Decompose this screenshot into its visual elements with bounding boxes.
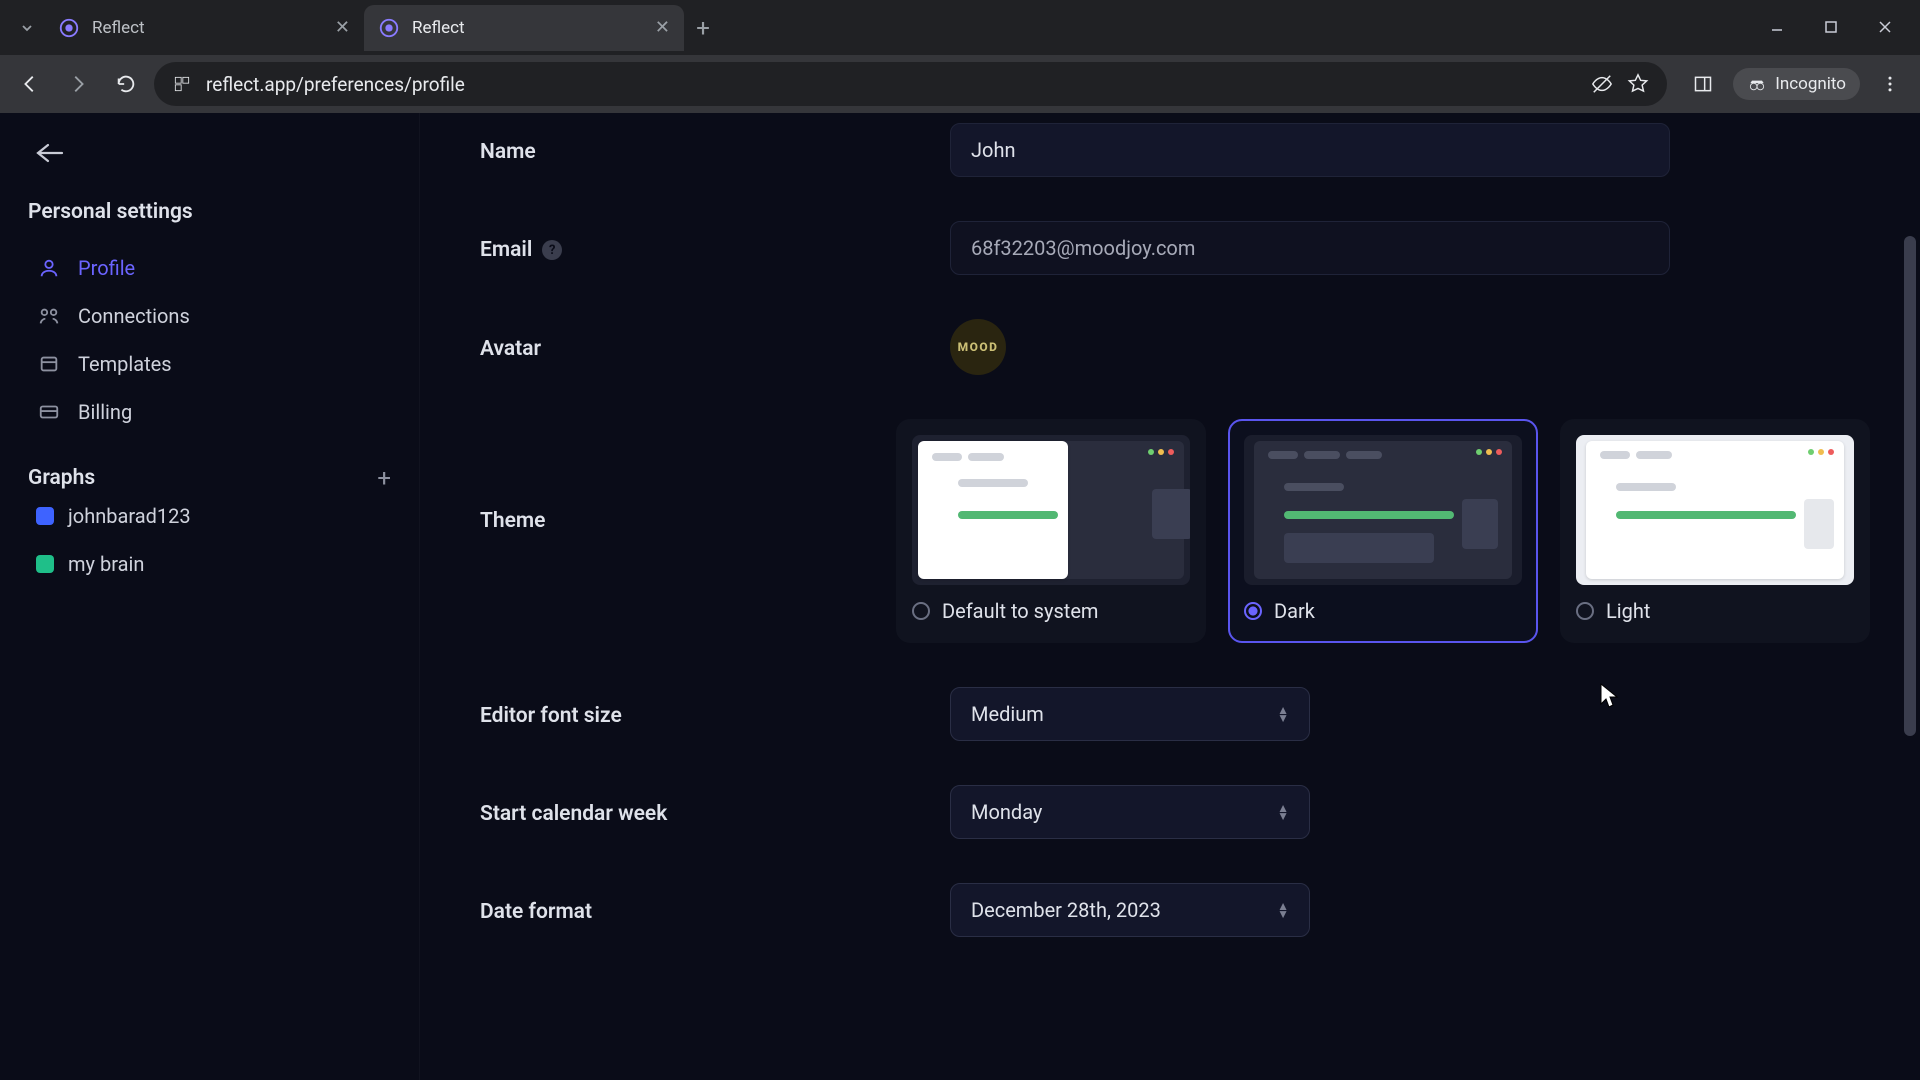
row-fontsize: Editor font size Medium ▲▼ <box>480 687 1870 741</box>
select-value: Medium <box>971 702 1044 726</box>
row-name: Name John <box>480 123 1870 177</box>
chevron-updown-icon: ▲▼ <box>1277 805 1289 819</box>
sidebar: Personal settings Profile Connections Te… <box>0 113 420 1080</box>
sidebar-item-label: Profile <box>78 256 135 280</box>
new-tab-button[interactable]: + <box>684 14 722 42</box>
sidebar-item-billing[interactable]: Billing <box>28 388 391 436</box>
close-icon[interactable] <box>1870 17 1900 39</box>
minimize-icon[interactable] <box>1762 17 1792 39</box>
theme-option-system[interactable]: Default to system <box>896 419 1206 643</box>
theme-option-light[interactable]: Light <box>1560 419 1870 643</box>
fontsize-select[interactable]: Medium ▲▼ <box>950 687 1310 741</box>
radio-icon <box>912 602 930 620</box>
sidebar-item-label: Connections <box>78 304 190 328</box>
sidebar-section-personal: Personal settings <box>28 200 391 224</box>
row-weekstart: Start calendar week Monday ▲▼ <box>480 785 1870 839</box>
weekstart-select[interactable]: Monday ▲▼ <box>950 785 1310 839</box>
theme-option-label: Default to system <box>942 599 1098 623</box>
window-controls <box>1762 17 1920 39</box>
theme-option-label: Light <box>1606 599 1650 623</box>
theme-label: Theme <box>480 419 896 533</box>
graph-label: my brain <box>68 552 144 576</box>
row-avatar: Avatar MOOD <box>480 319 1870 375</box>
radio-icon <box>1576 602 1594 620</box>
site-settings-icon[interactable] <box>172 74 192 94</box>
browser-tab[interactable]: Reflect ✕ <box>44 5 364 51</box>
url-text: reflect.app/preferences/profile <box>206 73 1577 96</box>
select-value: December 28th, 2023 <box>971 898 1161 922</box>
browser-tab[interactable]: Reflect ✕ <box>364 5 684 51</box>
billing-icon <box>36 401 62 423</box>
name-label: Name <box>480 136 950 164</box>
reload-button[interactable] <box>106 64 146 104</box>
back-button[interactable] <box>10 64 50 104</box>
incognito-indicator[interactable]: Incognito <box>1733 68 1860 100</box>
browser-chrome: Reflect ✕ Reflect ✕ + reflect.app/prefer… <box>0 0 1920 113</box>
row-email: Email ? 68f32203@moodjoy.com <box>480 221 1870 275</box>
tab-search-dropdown[interactable] <box>10 11 44 45</box>
row-dateformat: Date format December 28th, 2023 ▲▼ <box>480 883 1870 937</box>
incognito-eye-icon[interactable] <box>1591 73 1613 95</box>
sidebar-item-label: Templates <box>78 352 172 376</box>
avatar-text: MOOD <box>958 340 999 354</box>
graph-item[interactable]: johnbarad123 <box>28 492 391 540</box>
browser-menu-icon[interactable] <box>1870 64 1910 104</box>
chevron-updown-icon: ▲▼ <box>1277 707 1289 721</box>
avatar-label: Avatar <box>480 333 950 361</box>
sidebar-item-label: Billing <box>78 400 132 424</box>
reflect-favicon-icon <box>378 17 400 39</box>
tab-close-icon[interactable]: ✕ <box>655 17 670 38</box>
forward-button[interactable] <box>58 64 98 104</box>
tab-close-icon[interactable]: ✕ <box>335 17 350 38</box>
radio-icon <box>1244 602 1262 620</box>
side-panel-icon[interactable] <box>1683 64 1723 104</box>
weekstart-label: Start calendar week <box>480 798 950 826</box>
graph-color-swatch <box>36 555 54 573</box>
avatar-image[interactable]: MOOD <box>950 319 1006 375</box>
theme-options: Default to system <box>896 419 1870 643</box>
sidebar-item-connections[interactable]: Connections <box>28 292 391 340</box>
email-label: Email <box>480 238 532 262</box>
back-arrow-button[interactable] <box>34 141 391 170</box>
bookmark-star-icon[interactable] <box>1627 73 1649 95</box>
scrollbar[interactable] <box>1902 116 1918 1078</box>
add-graph-button[interactable]: + <box>377 464 391 492</box>
theme-option-dark[interactable]: Dark <box>1228 419 1538 643</box>
fontsize-label: Editor font size <box>480 700 950 728</box>
email-input[interactable]: 68f32203@moodjoy.com <box>950 221 1670 275</box>
address-bar[interactable]: reflect.app/preferences/profile <box>154 62 1667 106</box>
help-icon[interactable]: ? <box>542 240 562 260</box>
graph-item[interactable]: my brain <box>28 540 391 588</box>
connections-icon <box>36 305 62 327</box>
templates-icon <box>36 353 62 375</box>
content-area: Name John Email ? 68f32203@moodjoy.com A… <box>420 113 1920 1080</box>
tab-strip: Reflect ✕ Reflect ✕ + <box>0 0 1920 55</box>
select-value: Monday <box>971 800 1042 824</box>
maximize-icon[interactable] <box>1816 17 1846 39</box>
graph-label: johnbarad123 <box>68 504 191 528</box>
sidebar-item-templates[interactable]: Templates <box>28 340 391 388</box>
app-root: Personal settings Profile Connections Te… <box>0 113 1920 1080</box>
graph-color-swatch <box>36 507 54 525</box>
tab-title: Reflect <box>412 18 643 38</box>
name-input[interactable]: John <box>950 123 1670 177</box>
reflect-favicon-icon <box>58 17 80 39</box>
sidebar-item-profile[interactable]: Profile <box>28 244 391 292</box>
dateformat-label: Date format <box>480 896 950 924</box>
theme-option-label: Dark <box>1274 599 1315 623</box>
user-icon <box>36 257 62 279</box>
sidebar-section-graphs: Graphs <box>28 466 95 490</box>
browser-toolbar: reflect.app/preferences/profile Incognit… <box>0 55 1920 113</box>
tab-title: Reflect <box>92 18 323 38</box>
incognito-label: Incognito <box>1775 74 1846 94</box>
scrollbar-thumb[interactable] <box>1904 236 1916 736</box>
chevron-updown-icon: ▲▼ <box>1277 903 1289 917</box>
incognito-icon <box>1747 74 1767 94</box>
dateformat-select[interactable]: December 28th, 2023 ▲▼ <box>950 883 1310 937</box>
row-theme: Theme <box>480 419 1870 643</box>
